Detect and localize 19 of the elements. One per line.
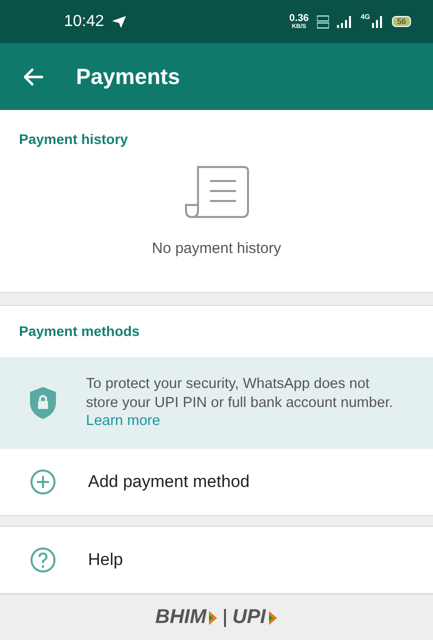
list-item[interactable]: Add payment method	[0, 449, 433, 516]
empty-message: No payment history	[152, 240, 282, 257]
back-arrow-icon[interactable]	[24, 68, 44, 86]
send-icon	[112, 16, 126, 28]
notice-text: To protect your security, WhatsApp does not store your UPI PIN or full bank account number.	[86, 376, 394, 411]
add-icon	[30, 469, 56, 495]
help-icon	[30, 547, 56, 573]
speed-value: 0.36	[289, 14, 309, 24]
list-item[interactable]: Help	[0, 526, 433, 594]
signal-icon	[336, 16, 353, 28]
upi-logo: BHIM UPI	[155, 606, 278, 629]
section-heading: Payment methods	[18, 322, 141, 341]
signal-icon	[372, 16, 384, 28]
screen-title: Payments	[76, 64, 180, 90]
receipt-icon	[184, 165, 250, 219]
section-heading: Payment history	[18, 130, 129, 147]
shield-lock-icon	[29, 386, 57, 420]
status-time: 10:42	[64, 12, 104, 30]
battery-indicator: 56	[392, 16, 411, 27]
